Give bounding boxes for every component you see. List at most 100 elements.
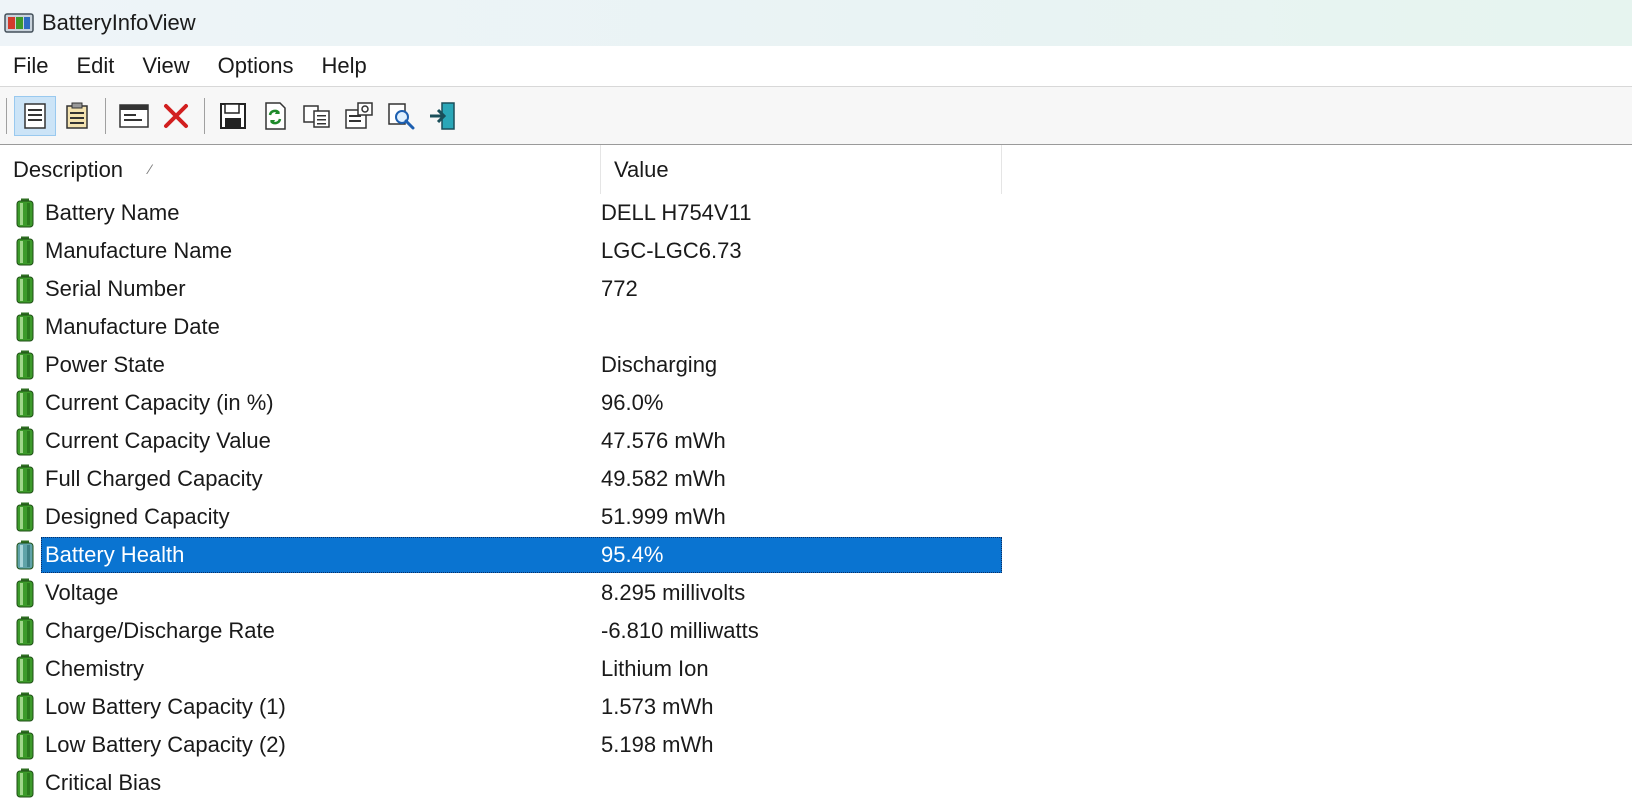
row-description: Chemistry bbox=[45, 656, 145, 681]
list-row[interactable]: Voltage 8.295 millivolts bbox=[0, 574, 1002, 612]
menu-edit[interactable]: Edit bbox=[62, 46, 128, 86]
list-row[interactable]: Full Charged Capacity 49.582 mWh bbox=[0, 460, 1002, 498]
row-value: 772 bbox=[601, 276, 638, 301]
menu-view[interactable]: View bbox=[128, 46, 203, 86]
properties-window-button[interactable] bbox=[113, 96, 155, 136]
row-description: Designed Capacity bbox=[45, 504, 230, 529]
battery-icon bbox=[14, 350, 36, 380]
row-value: -6.810 milliwatts bbox=[601, 618, 759, 643]
battery-icon bbox=[14, 236, 36, 266]
battery-icon bbox=[14, 768, 36, 798]
toolbar-separator bbox=[105, 97, 106, 134]
sort-indicator-icon: ⁄ bbox=[149, 161, 152, 177]
list-row[interactable]: Low Battery Capacity (2) 5.198 mWh bbox=[0, 726, 1002, 764]
list-rows: Battery Name DELL H754V11 Manufacture Na… bbox=[0, 194, 1002, 802]
battery-icon bbox=[14, 388, 36, 418]
battery-icon bbox=[14, 654, 36, 684]
list-header: Description ⁄ Value bbox=[0, 145, 1002, 194]
row-description: Manufacture Date bbox=[45, 314, 220, 339]
battery-icon bbox=[14, 198, 36, 228]
row-description: Manufacture Name bbox=[45, 238, 233, 263]
copy-button[interactable] bbox=[296, 96, 338, 136]
find-button[interactable] bbox=[380, 96, 422, 136]
delete-button[interactable] bbox=[155, 96, 197, 136]
menu-help[interactable]: Help bbox=[308, 46, 381, 86]
copy-icon bbox=[303, 104, 330, 128]
row-description: Battery Health bbox=[45, 542, 185, 567]
battery-icon bbox=[14, 312, 36, 342]
row-value: 51.999 mWh bbox=[601, 504, 726, 529]
row-value: Discharging bbox=[601, 352, 718, 377]
general-info-mode-button[interactable] bbox=[14, 95, 56, 136]
battery-icon bbox=[14, 540, 36, 570]
row-value: Lithium Ion bbox=[601, 656, 709, 681]
row-description: Low Battery Capacity (2) bbox=[45, 732, 286, 757]
properties-icon bbox=[345, 101, 373, 129]
column-header-label: Description bbox=[13, 157, 124, 182]
row-value: 95.4% bbox=[601, 542, 664, 567]
save-floppy-icon bbox=[220, 102, 246, 129]
battery-info-list[interactable]: Description ⁄ Value Battery Name DELL H7… bbox=[0, 145, 1632, 804]
battery-icon bbox=[14, 426, 36, 456]
list-row[interactable]: Battery Name DELL H754V11 bbox=[0, 194, 1002, 232]
column-header-description[interactable]: Description ⁄ bbox=[0, 145, 601, 194]
battery-app-icon bbox=[4, 12, 34, 34]
exit-button[interactable] bbox=[422, 96, 464, 136]
row-value: 8.295 millivolts bbox=[601, 580, 746, 605]
row-value: 47.576 mWh bbox=[601, 428, 726, 453]
menu-file[interactable]: File bbox=[0, 46, 62, 86]
find-icon bbox=[388, 102, 415, 129]
delete-x-icon bbox=[164, 103, 188, 128]
list-row[interactable]: Low Battery Capacity (1) 1.573 mWh bbox=[0, 688, 1002, 726]
toolbar bbox=[0, 87, 1632, 146]
battery-icon bbox=[14, 578, 36, 608]
general-info-mode-icon bbox=[24, 102, 46, 129]
row-description: Power State bbox=[45, 352, 165, 377]
properties-window-icon bbox=[119, 103, 149, 128]
column-header-value[interactable]: Value bbox=[601, 145, 1002, 194]
row-description: Low Battery Capacity (1) bbox=[45, 694, 286, 719]
toolbar-separator bbox=[204, 97, 205, 134]
list-row[interactable]: Battery Health 95.4% bbox=[0, 536, 1002, 574]
row-description: Battery Name bbox=[45, 200, 180, 225]
battery-icon bbox=[14, 464, 36, 494]
list-row[interactable]: Designed Capacity 51.999 mWh bbox=[0, 498, 1002, 536]
list-row[interactable]: Chemistry Lithium Ion bbox=[0, 650, 1002, 688]
title-bar: BatteryInfoView bbox=[0, 0, 1632, 46]
battery-log-mode-button[interactable] bbox=[56, 96, 98, 136]
row-value: 1.573 mWh bbox=[601, 694, 714, 719]
exit-icon bbox=[430, 101, 455, 130]
row-description: Critical Bias bbox=[45, 770, 162, 795]
row-value: 49.582 mWh bbox=[601, 466, 726, 491]
window-title: BatteryInfoView bbox=[42, 10, 196, 35]
row-description: Voltage bbox=[45, 580, 119, 605]
list-row[interactable]: Serial Number 772 bbox=[0, 270, 1002, 308]
row-description: Charge/Discharge Rate bbox=[45, 618, 275, 643]
list-row[interactable]: Manufacture Name LGC-LGC6.73 bbox=[0, 232, 1002, 270]
battery-icon bbox=[14, 502, 36, 532]
battery-icon bbox=[14, 692, 36, 722]
list-row[interactable]: Manufacture Date bbox=[0, 308, 1002, 346]
row-value: 96.0% bbox=[601, 390, 664, 415]
battery-icon bbox=[14, 730, 36, 760]
row-description: Current Capacity Value bbox=[45, 428, 271, 453]
properties-button[interactable] bbox=[338, 96, 380, 136]
list-row[interactable]: Charge/Discharge Rate -6.810 milliwatts bbox=[0, 612, 1002, 650]
column-header-label: Value bbox=[614, 157, 669, 182]
battery-icon bbox=[14, 274, 36, 304]
menu-bar: File Edit View Options Help bbox=[0, 46, 1632, 87]
row-description: Current Capacity (in %) bbox=[45, 390, 274, 415]
menu-options[interactable]: Options bbox=[204, 46, 308, 86]
refresh-icon bbox=[265, 101, 286, 130]
row-description: Serial Number bbox=[45, 276, 186, 301]
list-row[interactable]: Critical Bias bbox=[0, 764, 1002, 802]
save-button[interactable] bbox=[212, 96, 254, 136]
row-value: DELL H754V11 bbox=[601, 200, 752, 225]
refresh-button[interactable] bbox=[254, 96, 296, 136]
list-row[interactable]: Power State Discharging bbox=[0, 346, 1002, 384]
row-value: LGC-LGC6.73 bbox=[601, 238, 742, 263]
battery-icon bbox=[14, 616, 36, 646]
list-row[interactable]: Current Capacity (in %) 96.0% bbox=[0, 384, 1002, 422]
list-row[interactable]: Current Capacity Value 47.576 mWh bbox=[0, 422, 1002, 460]
toolbar-separator bbox=[6, 97, 7, 134]
